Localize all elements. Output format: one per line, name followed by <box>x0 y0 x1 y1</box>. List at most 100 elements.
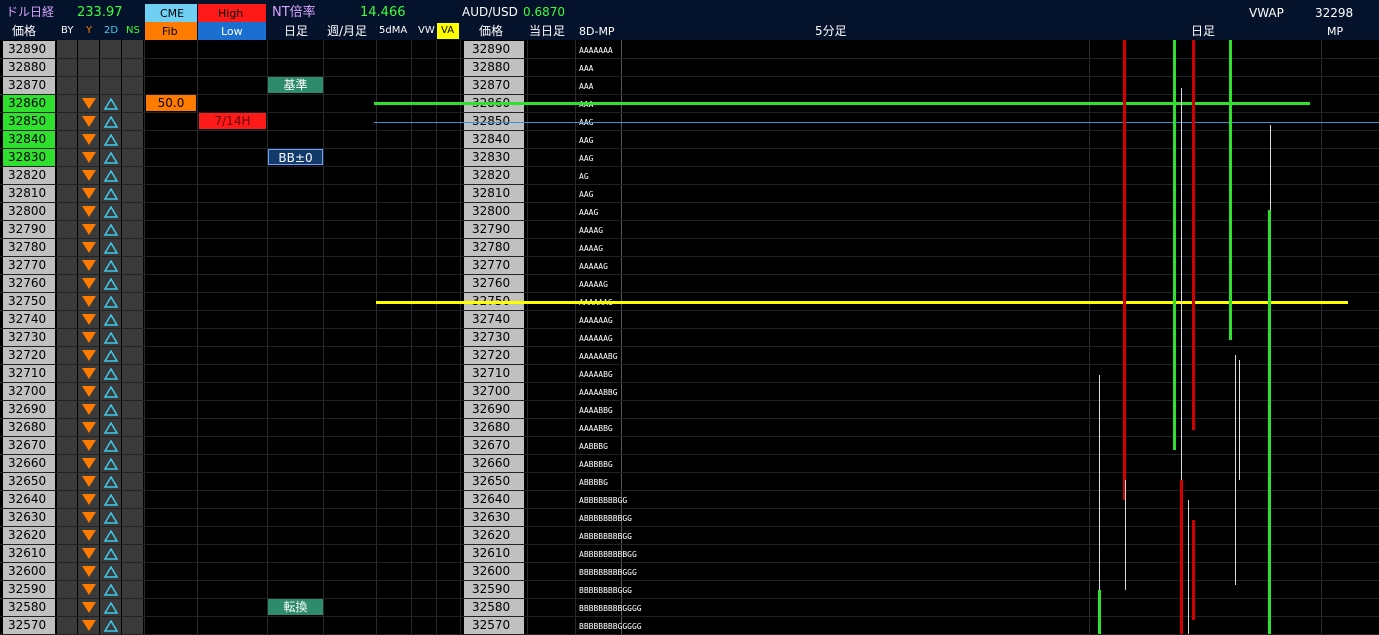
kijun-label: 基準 <box>268 77 323 93</box>
fib-label: Fib <box>162 25 178 38</box>
price-cell-left: 32720 <box>3 347 55 364</box>
up-triangle-icon <box>104 566 118 578</box>
wick-white <box>1235 355 1236 585</box>
down-arrow-icon <box>82 368 96 379</box>
price-cell-left: 32780 <box>3 239 55 256</box>
price-cell-right: 32650 <box>464 473 524 490</box>
col-ns-label: NS <box>126 25 140 36</box>
price-cell-left: 32760 <box>3 275 55 292</box>
price-cell-left: 32640 <box>3 491 55 508</box>
tpo-profile-row: AAAAAAA <box>579 46 613 55</box>
price-cell-right: 32880 <box>464 59 524 76</box>
low-value-box: 7/14H <box>199 113 266 129</box>
price-cell-right: 32600 <box>464 563 524 580</box>
price-cell-right: 32580 <box>464 599 524 616</box>
price-cell-left: 32730 <box>3 329 55 346</box>
col-weekly-label: 週/月足 <box>327 24 368 38</box>
tpo-profile-row: ABBBBBBBBGG <box>579 532 632 541</box>
col-daily-label: 日足 <box>284 24 309 38</box>
tpo-profile-row: AAG <box>579 136 594 145</box>
price-cell-right: 32710 <box>464 365 524 382</box>
down-arrow-icon <box>82 494 96 505</box>
audusd-label: AUD/USD <box>462 5 518 19</box>
tpo-profile-row: BBBBBBBBBGGG <box>579 568 637 577</box>
price-cell-right: 32680 <box>464 419 524 436</box>
nt-ratio-value: 14.466 <box>360 5 406 20</box>
up-triangle-icon <box>104 188 118 200</box>
price-cell-left: 32710 <box>3 365 55 382</box>
down-arrow-icon <box>82 278 96 289</box>
price-cell-left: 32630 <box>3 509 55 526</box>
wick-white <box>1099 375 1100 595</box>
up-triangle-icon <box>104 476 118 488</box>
price-cell-right: 32770 <box>464 257 524 274</box>
nt-ratio-label: NT倍率 <box>272 5 316 20</box>
price-cell-right: 32570 <box>464 617 524 634</box>
price-cell-right: 32660 <box>464 455 524 472</box>
price-cell-left: 32820 <box>3 167 55 184</box>
col-va-label: VA <box>441 25 455 36</box>
price-cell-right: 32690 <box>464 401 524 418</box>
down-arrow-icon <box>82 350 96 361</box>
candle-red <box>1180 480 1183 634</box>
tpo-profile-row: AAAAG <box>579 244 604 253</box>
up-triangle-icon <box>104 206 118 218</box>
price-cell-right: 32730 <box>464 329 524 346</box>
down-arrow-icon <box>82 458 96 469</box>
down-arrow-icon <box>82 602 96 613</box>
col-8dmp-label: 8D-MP <box>579 25 615 38</box>
price-cell-left: 32620 <box>3 527 55 544</box>
price-cell-left: 32690 <box>3 401 55 418</box>
tpo-profile-row: AAAAAAG <box>579 316 613 325</box>
tpo-profile-row: AAAABBG <box>579 424 613 433</box>
wick-white <box>1188 500 1189 634</box>
candle-red <box>1123 40 1126 500</box>
down-arrow-icon <box>82 386 96 397</box>
price-cell-left: 32610 <box>3 545 55 562</box>
row-gridline <box>0 544 1379 545</box>
tpo-profile-row: AAAG <box>579 208 599 217</box>
row-gridline <box>0 508 1379 509</box>
tpo-profile-row: AAAAABBG <box>579 388 618 397</box>
down-arrow-icon <box>82 116 96 127</box>
col-price2-label: 価格 <box>479 24 504 38</box>
row-gridline <box>0 562 1379 563</box>
price-cell-right: 32620 <box>464 527 524 544</box>
row-gridline <box>0 472 1379 473</box>
candle-green <box>1098 590 1101 634</box>
price-cell-right: 32870 <box>464 77 524 94</box>
tpo-profile-row: BBBBBBBBGGGGG <box>579 622 642 631</box>
up-triangle-icon <box>104 422 118 434</box>
tpo-profile-row: AABBBG <box>579 442 608 451</box>
down-arrow-icon <box>82 260 96 271</box>
tpo-profile-row: AAAAAABG <box>579 352 618 361</box>
tpo-profile-row: ABBBBBBBBBGG <box>579 550 637 559</box>
down-arrow-icon <box>82 404 96 415</box>
dollar-nikkei-label: ドル日経 <box>6 5 55 19</box>
up-triangle-icon <box>104 458 118 470</box>
audusd-value: 0.6870 <box>523 5 565 19</box>
down-arrow-icon <box>82 512 96 523</box>
price-cell-left: 32650 <box>3 473 55 490</box>
col-5min-label: 5分足 <box>815 24 847 38</box>
price-cell-left: 32670 <box>3 437 55 454</box>
col-by-label: BY <box>61 25 74 36</box>
price-cell-left: 32570 <box>3 617 55 634</box>
col-mp-label: MP <box>1327 25 1344 38</box>
bb-label: BB±0 <box>268 149 323 165</box>
up-triangle-icon <box>104 404 118 416</box>
up-triangle-icon <box>104 98 118 110</box>
up-triangle-icon <box>104 602 118 614</box>
up-triangle-icon <box>104 386 118 398</box>
tpo-profile-row: AAAAAAG <box>579 334 613 343</box>
price-cell-right: 32830 <box>464 149 524 166</box>
tpo-profile-row: AAAAG <box>579 226 604 235</box>
price-cell-left: 32600 <box>3 563 55 580</box>
up-triangle-icon <box>104 170 118 182</box>
tpo-profile-row: AAA <box>579 64 594 73</box>
down-arrow-icon <box>82 188 96 199</box>
tpo-profile-row: ABBBBBBBBGG <box>579 514 632 523</box>
price-cell-right: 32590 <box>464 581 524 598</box>
up-triangle-icon <box>104 494 118 506</box>
price-cell-right: 32720 <box>464 347 524 364</box>
